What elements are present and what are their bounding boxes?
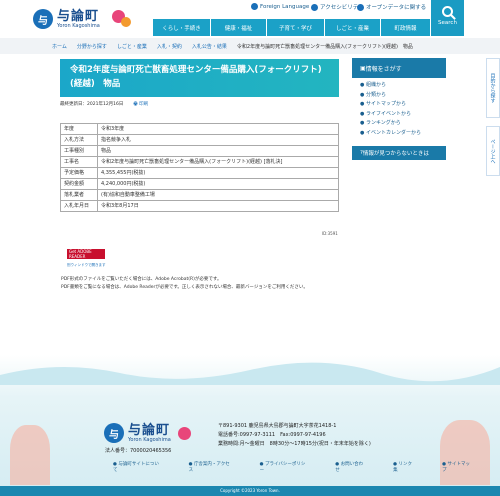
tab-purpose-search[interactable]: 目的から探す (486, 58, 500, 118)
footer-link-access[interactable]: ● 庁舎案内・アクセス (189, 461, 247, 473)
coral-decoration (10, 425, 50, 485)
footer-logo[interactable]: 与 与論町 Yoron Kagoshima (104, 423, 171, 443)
footer-address: 〒891-9301 鹿児島県大島郡与論町大字茶花1418-1 電話番号:0997… (218, 423, 371, 447)
table-row: 工事種別 物品 (60, 145, 339, 157)
breadcrumb-work[interactable]: しごと・産業 (117, 43, 147, 50)
table-row: 工事名 令和2年度与論町死亡獣畜処理センター備品購入(フォークリフト)(経越) [… (60, 156, 339, 168)
accessibility-link[interactable]: アクセシビリティ (311, 3, 363, 11)
open-data-link[interactable]: オープンデータに関する (357, 3, 426, 11)
not-found-button[interactable]: ? 情報が見つからないときは (352, 146, 446, 160)
footer-links: ● 与論町サイトについて ● 庁舎案内・アクセス ● プライバシーポリシー ● … (113, 461, 500, 473)
copyright: Copyright ©2023 Yoron Town. (0, 486, 500, 496)
footer-link-sitemap[interactable]: ● サイトマップ (442, 461, 487, 473)
gnav-item-health[interactable]: 健康・福祉 (211, 19, 267, 36)
sidebar-header: ▣ 情報をさがす (352, 58, 446, 78)
bid-info-table: 年度 令和3年度 入札方法 指名競争入札 工事種別 物品 工事名 令和2年度与論町死亡獣… (60, 123, 339, 212)
adobe-reader-link[interactable]: 別ウィンドウで開きます (67, 263, 106, 268)
footer-link-privacy[interactable]: ● プライバシーポリシー (260, 461, 323, 473)
sidebar: ▣ 情報をさがす ● 組織から ● 分類から ● サイトマップから ● ライフイ… (352, 58, 446, 160)
breadcrumb-bid[interactable]: 入札・契約 (157, 43, 182, 50)
coral-decoration-2 (440, 420, 490, 485)
globe-icon (251, 3, 258, 10)
footer-wave (0, 362, 500, 385)
site-header: 与 与論町 Yoron Kagoshima Foreign Language ア… (0, 0, 500, 38)
table-row: 年度 令和3年度 (60, 123, 339, 135)
gnav-item-life[interactable]: くらし・手続き (153, 19, 211, 36)
town-emblem-icon: 与 (33, 9, 53, 29)
last-updated: 最終更新日：2021年12月16日 (60, 102, 124, 107)
sidebar-item-lifeevent[interactable]: ● ライフイベントから (360, 110, 446, 120)
foreign-language-link[interactable]: Foreign Language (251, 3, 309, 10)
page-meta: 最終更新日：2021年12月16日 🖶 印刷 (60, 100, 148, 108)
sidebar-item-category[interactable]: ● 分類から (360, 91, 446, 101)
search-icon (442, 6, 453, 17)
table-row: 入札年月日 令和3年8月17日 (60, 200, 339, 212)
breadcrumb: ホーム 分野から探す しごと・産業 入札・契約 入札公告・結果 令和2年度与論町… (0, 38, 500, 54)
sidebar-links: ● 組織から ● 分類から ● サイトマップから ● ライフイベントから ● ラ… (352, 78, 446, 141)
sidebar-item-sitemap[interactable]: ● サイトマップから (360, 100, 446, 110)
search-button[interactable]: Search (431, 0, 464, 36)
print-button[interactable]: 🖶 印刷 (133, 100, 148, 108)
footer-link-about[interactable]: ● 与論町サイトについて (113, 461, 176, 473)
global-nav: くらし・手続き 健康・福祉 子育て・学び しごと・産業 町政情報 (153, 19, 431, 36)
table-row: 入札方法 指名競争入札 (60, 134, 339, 146)
page-id: ID:3591 (322, 231, 338, 236)
table-row: 予定価格 4,355,455円(税抜) (60, 167, 339, 179)
table-row: 契約金額 4,240,000円(税抜) (60, 178, 339, 190)
breadcrumb-category[interactable]: 分野から探す (77, 43, 107, 50)
breadcrumb-home[interactable]: ホーム (52, 43, 67, 50)
corporate-number: 法人番号：7000020465356 (105, 448, 172, 454)
table-row: 落札業者 (有)協和自動車整備工場 (60, 189, 339, 201)
tab-page-top[interactable]: ページ上へ (486, 126, 500, 176)
footer-emblem-icon: 与 (104, 423, 124, 443)
logo-subtext: Yoron Kagoshima (57, 22, 100, 29)
breadcrumb-bid-results[interactable]: 入札公告・結果 (192, 43, 227, 50)
sidebar-item-calendar[interactable]: ● イベントカレンダーから (360, 129, 446, 139)
pdf-note: PDF形式のファイルをご覧いただく場合には、Adobe Acrobat(R)が必… (61, 277, 308, 290)
gnav-item-childcare[interactable]: 子育て・学び (267, 19, 325, 36)
breadcrumb-current: 令和2年度与論町死亡獣畜処理センター備品購入(フォークリフト)(経越) 物品 (236, 43, 413, 50)
gnav-item-town[interactable]: 町政情報 (381, 19, 431, 36)
sidebar-item-ranking[interactable]: ● ランキングから (360, 119, 446, 129)
footer-link-links[interactable]: ● リンク集 (393, 461, 429, 473)
accessibility-icon (311, 3, 318, 11)
gnav-item-work[interactable]: しごと・産業 (325, 19, 381, 36)
logo-text: 与論町 (57, 8, 100, 24)
open-data-icon (357, 3, 364, 11)
site-logo[interactable]: 与 与論町 Yoron Kagoshima (33, 9, 100, 29)
adobe-reader-badge[interactable]: Get ADOBE READER (67, 249, 105, 259)
hibiscus-icon-2 (121, 17, 131, 27)
footer-hibiscus-icon (178, 427, 191, 440)
footer-link-contact[interactable]: ● お問い合わせ (335, 461, 380, 473)
sidebar-item-organization[interactable]: ● 組織から (360, 81, 446, 91)
page-title: 令和2年度与論町死亡獣畜処理センター備品購入(フォークリフト)(経越) 物品 (60, 59, 339, 97)
